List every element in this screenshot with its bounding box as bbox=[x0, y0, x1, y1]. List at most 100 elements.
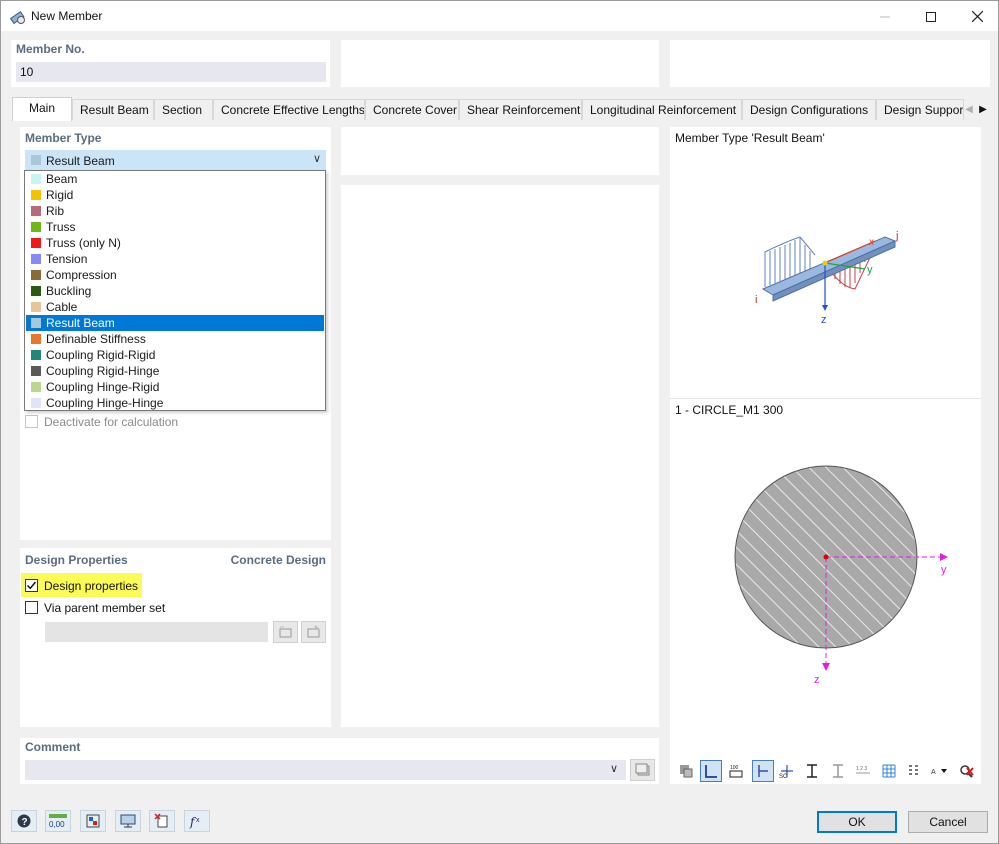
header-panel-right bbox=[670, 40, 990, 87]
reset-view-icon[interactable] bbox=[955, 760, 977, 782]
coupling-rigid-hinge-color-swatch bbox=[31, 366, 41, 376]
select-objects-icon bbox=[154, 813, 168, 828]
header-panel-middle bbox=[341, 40, 659, 87]
node-i-label: i bbox=[755, 294, 757, 306]
tab-longitudinal-reinforcement[interactable]: Longitudinal Reinforcement bbox=[582, 99, 742, 120]
member-no-field[interactable]: 10 bbox=[16, 62, 326, 82]
app-icon bbox=[10, 10, 25, 25]
tab-concrete-cover[interactable]: Concrete Cover bbox=[365, 99, 459, 120]
part-numbering-icon[interactable]: 1 2 3 bbox=[852, 760, 874, 782]
tab-design-supports[interactable]: Design Suppor bbox=[876, 99, 964, 120]
member-type-option-truss-only-n[interactable]: Truss (only N) bbox=[26, 235, 324, 251]
window-title: New Member bbox=[31, 9, 103, 23]
title-bar: New Member bbox=[0, 0, 999, 31]
formula-button[interactable]: fx bbox=[184, 810, 210, 832]
member-type-option-rib[interactable]: Rib bbox=[26, 203, 324, 219]
member-no-panel: Member No. 10 bbox=[11, 40, 330, 87]
dialog-body: Member No. 10 Main Result Beam Section C… bbox=[0, 31, 999, 844]
centroid-axes-icon[interactable] bbox=[752, 760, 774, 782]
grid-icon[interactable] bbox=[878, 760, 900, 782]
member-type-preview-caption: Member Type 'Result Beam' bbox=[675, 131, 825, 145]
labels-icon[interactable] bbox=[903, 760, 925, 782]
render-options-icon[interactable] bbox=[675, 760, 697, 782]
via-parent-member-set-label: Via parent member set bbox=[44, 601, 166, 615]
shear-center-icon[interactable] bbox=[801, 760, 823, 782]
units-icon: 0,00 bbox=[49, 814, 67, 829]
comment-input[interactable] bbox=[25, 760, 626, 780]
tension-color-swatch bbox=[31, 254, 41, 264]
svg-text:100: 100 bbox=[730, 765, 739, 771]
help-button[interactable]: ? bbox=[11, 810, 37, 832]
rigid-color-swatch bbox=[31, 190, 41, 200]
close-button[interactable] bbox=[954, 1, 999, 32]
member-type-option-result-beam[interactable]: Result Beam bbox=[26, 315, 324, 331]
maximize-button[interactable] bbox=[908, 1, 954, 32]
member-type-option-compression[interactable]: Compression bbox=[26, 267, 324, 283]
member-type-option-tension[interactable]: Tension bbox=[26, 251, 324, 267]
maximize-icon bbox=[926, 11, 936, 22]
tab-scroll-right-icon[interactable]: ▶ bbox=[976, 101, 990, 117]
new-member-set-button bbox=[273, 621, 298, 643]
design-properties-title: Design Properties bbox=[25, 553, 128, 567]
display-properties-icon bbox=[86, 814, 100, 828]
member-no-label: Member No. bbox=[16, 42, 85, 56]
view-button[interactable] bbox=[115, 810, 141, 832]
member-type-option-beam[interactable]: Beam bbox=[26, 171, 324, 187]
svg-text:1 2 3: 1 2 3 bbox=[856, 766, 867, 772]
display-settings-button[interactable] bbox=[80, 810, 106, 832]
tab-concrete-effective-lengths[interactable]: Concrete Effective Lengths bbox=[213, 99, 365, 120]
member-type-select[interactable]: Result Beam ∨ bbox=[25, 150, 326, 170]
design-properties-checkbox[interactable] bbox=[25, 579, 38, 592]
beam-y-axis-label: y bbox=[867, 264, 873, 276]
rib-color-swatch bbox=[31, 206, 41, 216]
member-type-option-buckling[interactable]: Buckling bbox=[26, 283, 324, 299]
tab-strip: Main Result Beam Section Concrete Effect… bbox=[12, 97, 992, 121]
tab-scroll-left-icon[interactable]: ◀ bbox=[962, 101, 976, 117]
principal-axes-icon[interactable]: SC bbox=[776, 760, 798, 782]
new-set-icon bbox=[279, 626, 291, 638]
coupling-rigid-rigid-color-swatch bbox=[31, 350, 41, 360]
comment-library-button[interactable] bbox=[630, 759, 655, 781]
svg-text:?: ? bbox=[22, 817, 28, 828]
member-type-option-truss[interactable]: Truss bbox=[26, 219, 324, 235]
result-beam-option-color-swatch bbox=[31, 318, 41, 328]
member-type-option-coupling-rigid-rigid[interactable]: Coupling Rigid-Rigid bbox=[26, 347, 324, 363]
tab-section[interactable]: Section bbox=[154, 99, 213, 120]
formula-icon: fx bbox=[189, 815, 200, 829]
minimize-icon[interactable] bbox=[862, 1, 908, 32]
tab-design-configurations[interactable]: Design Configurations bbox=[742, 99, 876, 120]
units-button[interactable]: 0,00 bbox=[45, 810, 71, 832]
definable-stiffness-color-swatch bbox=[31, 334, 41, 344]
checkmark-icon bbox=[26, 581, 37, 590]
member-type-option-rigid[interactable]: Rigid bbox=[26, 187, 324, 203]
edit-set-icon bbox=[307, 625, 320, 638]
via-parent-member-set-checkbox[interactable] bbox=[25, 601, 38, 614]
member-type-option-cable[interactable]: Cable bbox=[26, 299, 324, 315]
dimensions-icon[interactable]: 100 bbox=[725, 760, 747, 782]
cancel-button[interactable]: Cancel bbox=[908, 811, 988, 833]
coupling-hinge-rigid-color-swatch bbox=[31, 382, 41, 392]
beam-z-axis-label: z bbox=[821, 314, 827, 326]
member-type-option-definable-stiffness[interactable]: Definable Stiffness bbox=[26, 331, 324, 347]
node-j-label: j bbox=[895, 230, 898, 242]
member-type-option-coupling-hinge-rigid[interactable]: Coupling Hinge-Rigid bbox=[26, 379, 324, 395]
tab-result-beam[interactable]: Result Beam bbox=[72, 99, 154, 120]
tab-main[interactable]: Main bbox=[12, 97, 72, 121]
svg-text:SC: SC bbox=[779, 774, 788, 779]
deactivate-checkbox[interactable] bbox=[25, 415, 38, 428]
display-settings-icon[interactable]: A bbox=[928, 760, 952, 782]
beam-color-swatch bbox=[31, 174, 41, 184]
truss-color-swatch bbox=[31, 222, 41, 232]
stress-points-icon[interactable] bbox=[827, 760, 849, 782]
tab-shear-reinforcement[interactable]: Shear Reinforcement bbox=[459, 99, 582, 120]
select-objects-button[interactable] bbox=[149, 810, 175, 832]
ok-button[interactable]: OK bbox=[817, 811, 897, 833]
member-type-option-coupling-hinge-hinge[interactable]: Coupling Hinge-Hinge bbox=[26, 395, 324, 411]
design-properties-label: Design properties bbox=[44, 579, 139, 593]
help-icon: ? bbox=[17, 814, 31, 828]
coupling-hinge-hinge-color-swatch bbox=[31, 398, 41, 408]
member-type-option-coupling-rigid-hinge[interactable]: Coupling Rigid-Hinge bbox=[26, 363, 324, 379]
chevron-down-icon: ∨ bbox=[312, 153, 321, 165]
section-outline-icon[interactable] bbox=[700, 760, 722, 782]
comment-chevron-down-icon[interactable]: ∨ bbox=[610, 762, 618, 775]
